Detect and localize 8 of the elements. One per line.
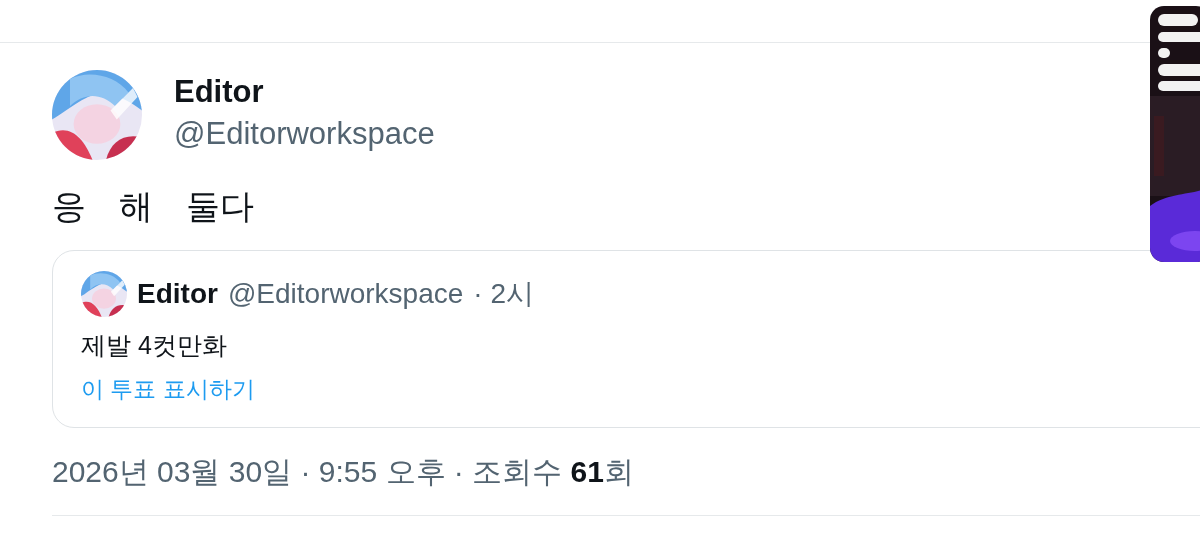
post-text: 응 해 둘다 <box>52 186 256 227</box>
quoted-author-handle: @Editorworkspace <box>227 278 464 310</box>
author-name[interactable]: Editor <box>174 74 435 110</box>
author-handle[interactable]: @Editorworkspace <box>174 116 435 152</box>
quoted-post-time: · 2시 <box>473 277 534 311</box>
quoted-author-name: Editor <box>137 278 218 310</box>
post-meta: 2026년 03월 30일 · 9:55 오후 · 조회수 61회 <box>52 454 635 490</box>
quoted-post-text: 제발 4컷만화 <box>81 330 228 361</box>
